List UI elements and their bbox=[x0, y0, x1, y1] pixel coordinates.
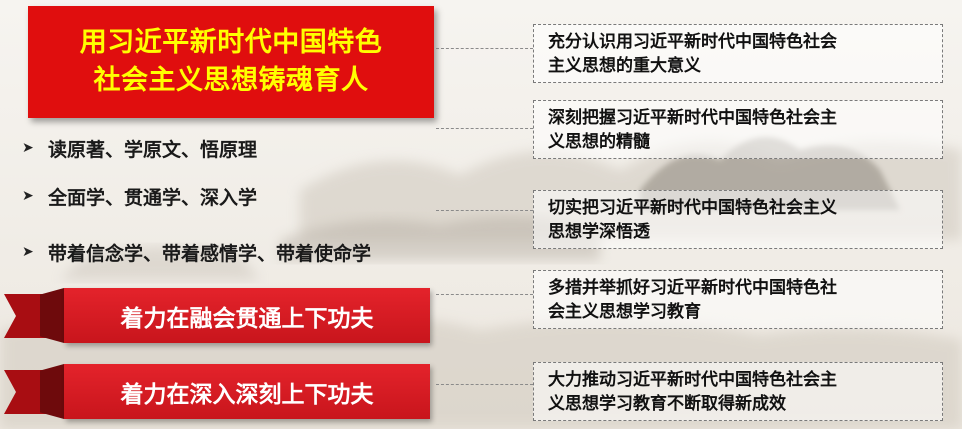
right-item-line-1: 深刻把握习近平新时代中国特色社会主 bbox=[548, 108, 837, 128]
ribbon-label: 着力在深入深刻上下功夫 bbox=[120, 381, 374, 408]
ribbon-fold bbox=[40, 288, 64, 343]
main-title-box: 用习近平新时代中国特色 社会主义思想铸魂育人 bbox=[28, 6, 434, 118]
right-item-2: 深刻把握习近平新时代中国特色社会主 义思想的精髓 bbox=[533, 100, 943, 159]
right-item-line-1: 充分认识用习近平新时代中国特色社会 bbox=[548, 32, 837, 52]
bullet-text: 全面学、贯通学、深入学 bbox=[48, 186, 258, 209]
right-item-line-2: 思想学深悟透 bbox=[548, 222, 650, 242]
connector-line bbox=[436, 384, 533, 385]
bullet-item-2: ➤ 全面学、贯通学、深入学 bbox=[22, 180, 257, 212]
right-item-4: 多措并举抓好习近平新时代中国特色社 会主义思想学习教育 bbox=[533, 270, 943, 329]
right-item-line-1: 多措并举抓好习近平新时代中国特色社 bbox=[548, 278, 837, 298]
right-item-1: 充分认识用习近平新时代中国特色社会 主义思想的重大意义 bbox=[533, 24, 943, 83]
ribbon-1: 着力在融会贯通上下功夫 bbox=[0, 288, 430, 343]
right-item-line-1: 切实把习近平新时代中国特色社会主义 bbox=[548, 198, 837, 218]
arrow-right-icon: ➤ bbox=[22, 244, 34, 260]
connector-line bbox=[436, 48, 533, 49]
right-item-line-2: 主义思想的重大意义 bbox=[548, 56, 701, 76]
connector-line bbox=[436, 210, 533, 211]
right-item-line-1: 大力推动习近平新时代中国特色社会主 bbox=[548, 370, 837, 390]
ribbon-2: 着力在深入深刻上下功夫 bbox=[0, 364, 430, 419]
arrow-right-icon: ➤ bbox=[22, 188, 34, 204]
bullet-item-3: ➤ 带着信念学、带着感情学、带着使命学 bbox=[22, 236, 371, 268]
right-item-5: 大力推动习近平新时代中国特色社会主 义思想学习教育不断取得新成效 bbox=[533, 362, 943, 421]
bullet-text: 带着信念学、带着感情学、带着使命学 bbox=[48, 242, 372, 265]
bullet-item-1: ➤ 读原著、学原文、悟原理 bbox=[22, 132, 257, 164]
bullet-text: 读原著、学原文、悟原理 bbox=[48, 138, 258, 161]
arrow-right-icon: ➤ bbox=[22, 140, 34, 156]
ribbon-fold bbox=[40, 364, 64, 419]
main-title-line-2: 社会主义思想铸魂育人 bbox=[93, 65, 369, 96]
connector-line bbox=[436, 128, 533, 129]
right-item-line-2: 义思想的精髓 bbox=[548, 132, 650, 152]
ribbon-label: 着力在融会贯通上下功夫 bbox=[120, 305, 374, 332]
connector-line bbox=[436, 294, 533, 295]
right-item-line-2: 会主义思想学习教育 bbox=[548, 302, 701, 322]
right-item-line-2: 义思想学习教育不断取得新成效 bbox=[548, 394, 786, 414]
main-title-line-1: 用习近平新时代中国特色 bbox=[79, 27, 383, 58]
right-item-3: 切实把习近平新时代中国特色社会主义 思想学深悟透 bbox=[533, 190, 943, 249]
